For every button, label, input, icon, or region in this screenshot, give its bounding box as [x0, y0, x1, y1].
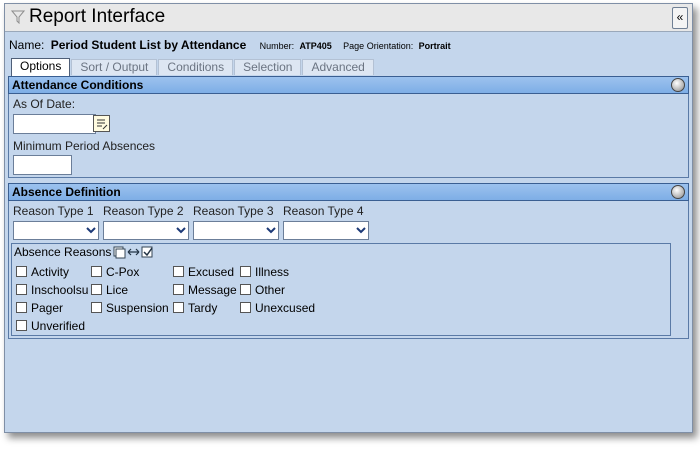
reason-type-1-select[interactable] [13, 221, 99, 240]
reason-label: Message [188, 283, 237, 297]
reason-illness[interactable]: Illness [240, 265, 289, 279]
reason-label: Unverified [31, 319, 86, 333]
title-bar: Report Interface « [5, 4, 692, 32]
absence-reasons-label: Absence Reasons [14, 245, 112, 259]
tab-bar: Options Sort / Output Conditions Selecti… [11, 58, 375, 76]
report-number-value: ATP405 [299, 41, 332, 51]
reason-activity[interactable]: Activity [16, 265, 69, 279]
reason-label: Pager [31, 301, 64, 315]
tab-options[interactable]: Options [11, 58, 71, 76]
attendance-conditions-header[interactable]: Attendance Conditions [8, 76, 689, 94]
reason-label: Unexcused [255, 301, 316, 315]
dropdown-arrow-icon [265, 223, 277, 238]
tab-sort-output[interactable]: Sort / Output [71, 59, 158, 75]
absence-definition-header[interactable]: Absence Definition [8, 183, 689, 201]
reason-type-4-label: Reason Type 4 [283, 204, 364, 218]
checkbox[interactable] [240, 302, 251, 313]
reason-inschoolsu[interactable]: Inschoolsu [16, 283, 88, 297]
reason-message[interactable]: Message [173, 283, 237, 297]
attendance-conditions-title: Attendance Conditions [12, 78, 144, 92]
reason-label: Other [255, 283, 286, 297]
reason-suspension[interactable]: Suspension [91, 301, 169, 315]
reason-type-1-label: Reason Type 1 [13, 204, 94, 218]
report-number-label: Number: [259, 41, 295, 51]
options-panel: Attendance Conditions As Of Date: Minimu… [8, 76, 689, 429]
checkbox[interactable] [16, 320, 27, 331]
reason-unexcused[interactable]: Unexcused [240, 301, 315, 315]
reason-tardy[interactable]: Tardy [173, 301, 217, 315]
report-name-label: Name: [9, 38, 45, 52]
reason-label: C-Pox [106, 265, 140, 279]
absence-definition-body: Reason Type 1 Reason Type 2 Reason Type … [8, 201, 689, 339]
reason-c-pox[interactable]: C-Pox [91, 265, 139, 279]
section-toggle-icon[interactable] [671, 78, 685, 92]
reason-label: Lice [106, 283, 129, 297]
section-toggle-icon[interactable] [671, 185, 685, 199]
dropdown-arrow-icon [85, 223, 97, 238]
reason-label: Suspension [106, 301, 169, 315]
report-window: Report Interface « Name: Period Student … [4, 3, 693, 433]
dropdown-arrow-icon [355, 223, 367, 238]
checkbox[interactable] [91, 302, 102, 313]
as-of-date-label: As Of Date: [13, 97, 76, 111]
report-info: Name: Period Student List by Attendance … [9, 38, 459, 56]
reason-type-3-select[interactable] [193, 221, 279, 240]
checkbox[interactable] [91, 266, 102, 277]
reason-type-3-label: Reason Type 3 [193, 204, 274, 218]
window-title: Report Interface [29, 6, 166, 27]
checkbox[interactable] [173, 284, 184, 295]
select-all-toggle-icon[interactable] [113, 245, 155, 262]
absence-reasons-group: Absence Reasons Activity C-Pox Excused I… [11, 243, 671, 336]
reason-pager[interactable]: Pager [16, 301, 63, 315]
checkbox[interactable] [173, 266, 184, 277]
checkbox[interactable] [16, 266, 27, 277]
filter-funnel-icon [10, 10, 26, 27]
reason-label: Excused [188, 265, 235, 279]
reason-label: Tardy [188, 301, 218, 315]
as-of-date-input[interactable] [13, 114, 96, 134]
checkbox[interactable] [16, 284, 27, 295]
tab-conditions[interactable]: Conditions [158, 59, 234, 75]
reason-unverified[interactable]: Unverified [16, 319, 85, 333]
reason-excused[interactable]: Excused [173, 265, 234, 279]
reason-other[interactable]: Other [240, 283, 285, 297]
tab-selection[interactable]: Selection [234, 59, 302, 75]
page-orientation-value: Portrait [418, 41, 451, 51]
reason-type-4-select[interactable] [283, 221, 369, 240]
attendance-conditions-body: As Of Date: Minimum Period Absences [8, 94, 689, 178]
reason-label: Activity [31, 265, 70, 279]
dropdown-arrow-icon [175, 223, 187, 238]
reason-label: Inschoolsu [31, 283, 89, 297]
absence-definition-title: Absence Definition [12, 185, 121, 199]
report-name-value: Period Student List by Attendance [50, 38, 247, 52]
min-absences-label: Minimum Period Absences [13, 139, 156, 153]
checkbox[interactable] [91, 284, 102, 295]
reason-label: Illness [255, 265, 290, 279]
reason-lice[interactable]: Lice [91, 283, 128, 297]
min-absences-input[interactable] [13, 155, 72, 175]
tab-advanced[interactable]: Advanced [302, 59, 374, 75]
checkbox[interactable] [240, 266, 251, 277]
checkbox[interactable] [16, 302, 27, 313]
reason-type-2-select[interactable] [103, 221, 189, 240]
checkbox[interactable] [173, 302, 184, 313]
page-orientation-label: Page Orientation: [343, 41, 414, 51]
reason-type-2-label: Reason Type 2 [103, 204, 184, 218]
checkbox[interactable] [240, 284, 251, 295]
calendar-icon[interactable] [93, 115, 110, 132]
collapse-button[interactable]: « [672, 7, 688, 29]
